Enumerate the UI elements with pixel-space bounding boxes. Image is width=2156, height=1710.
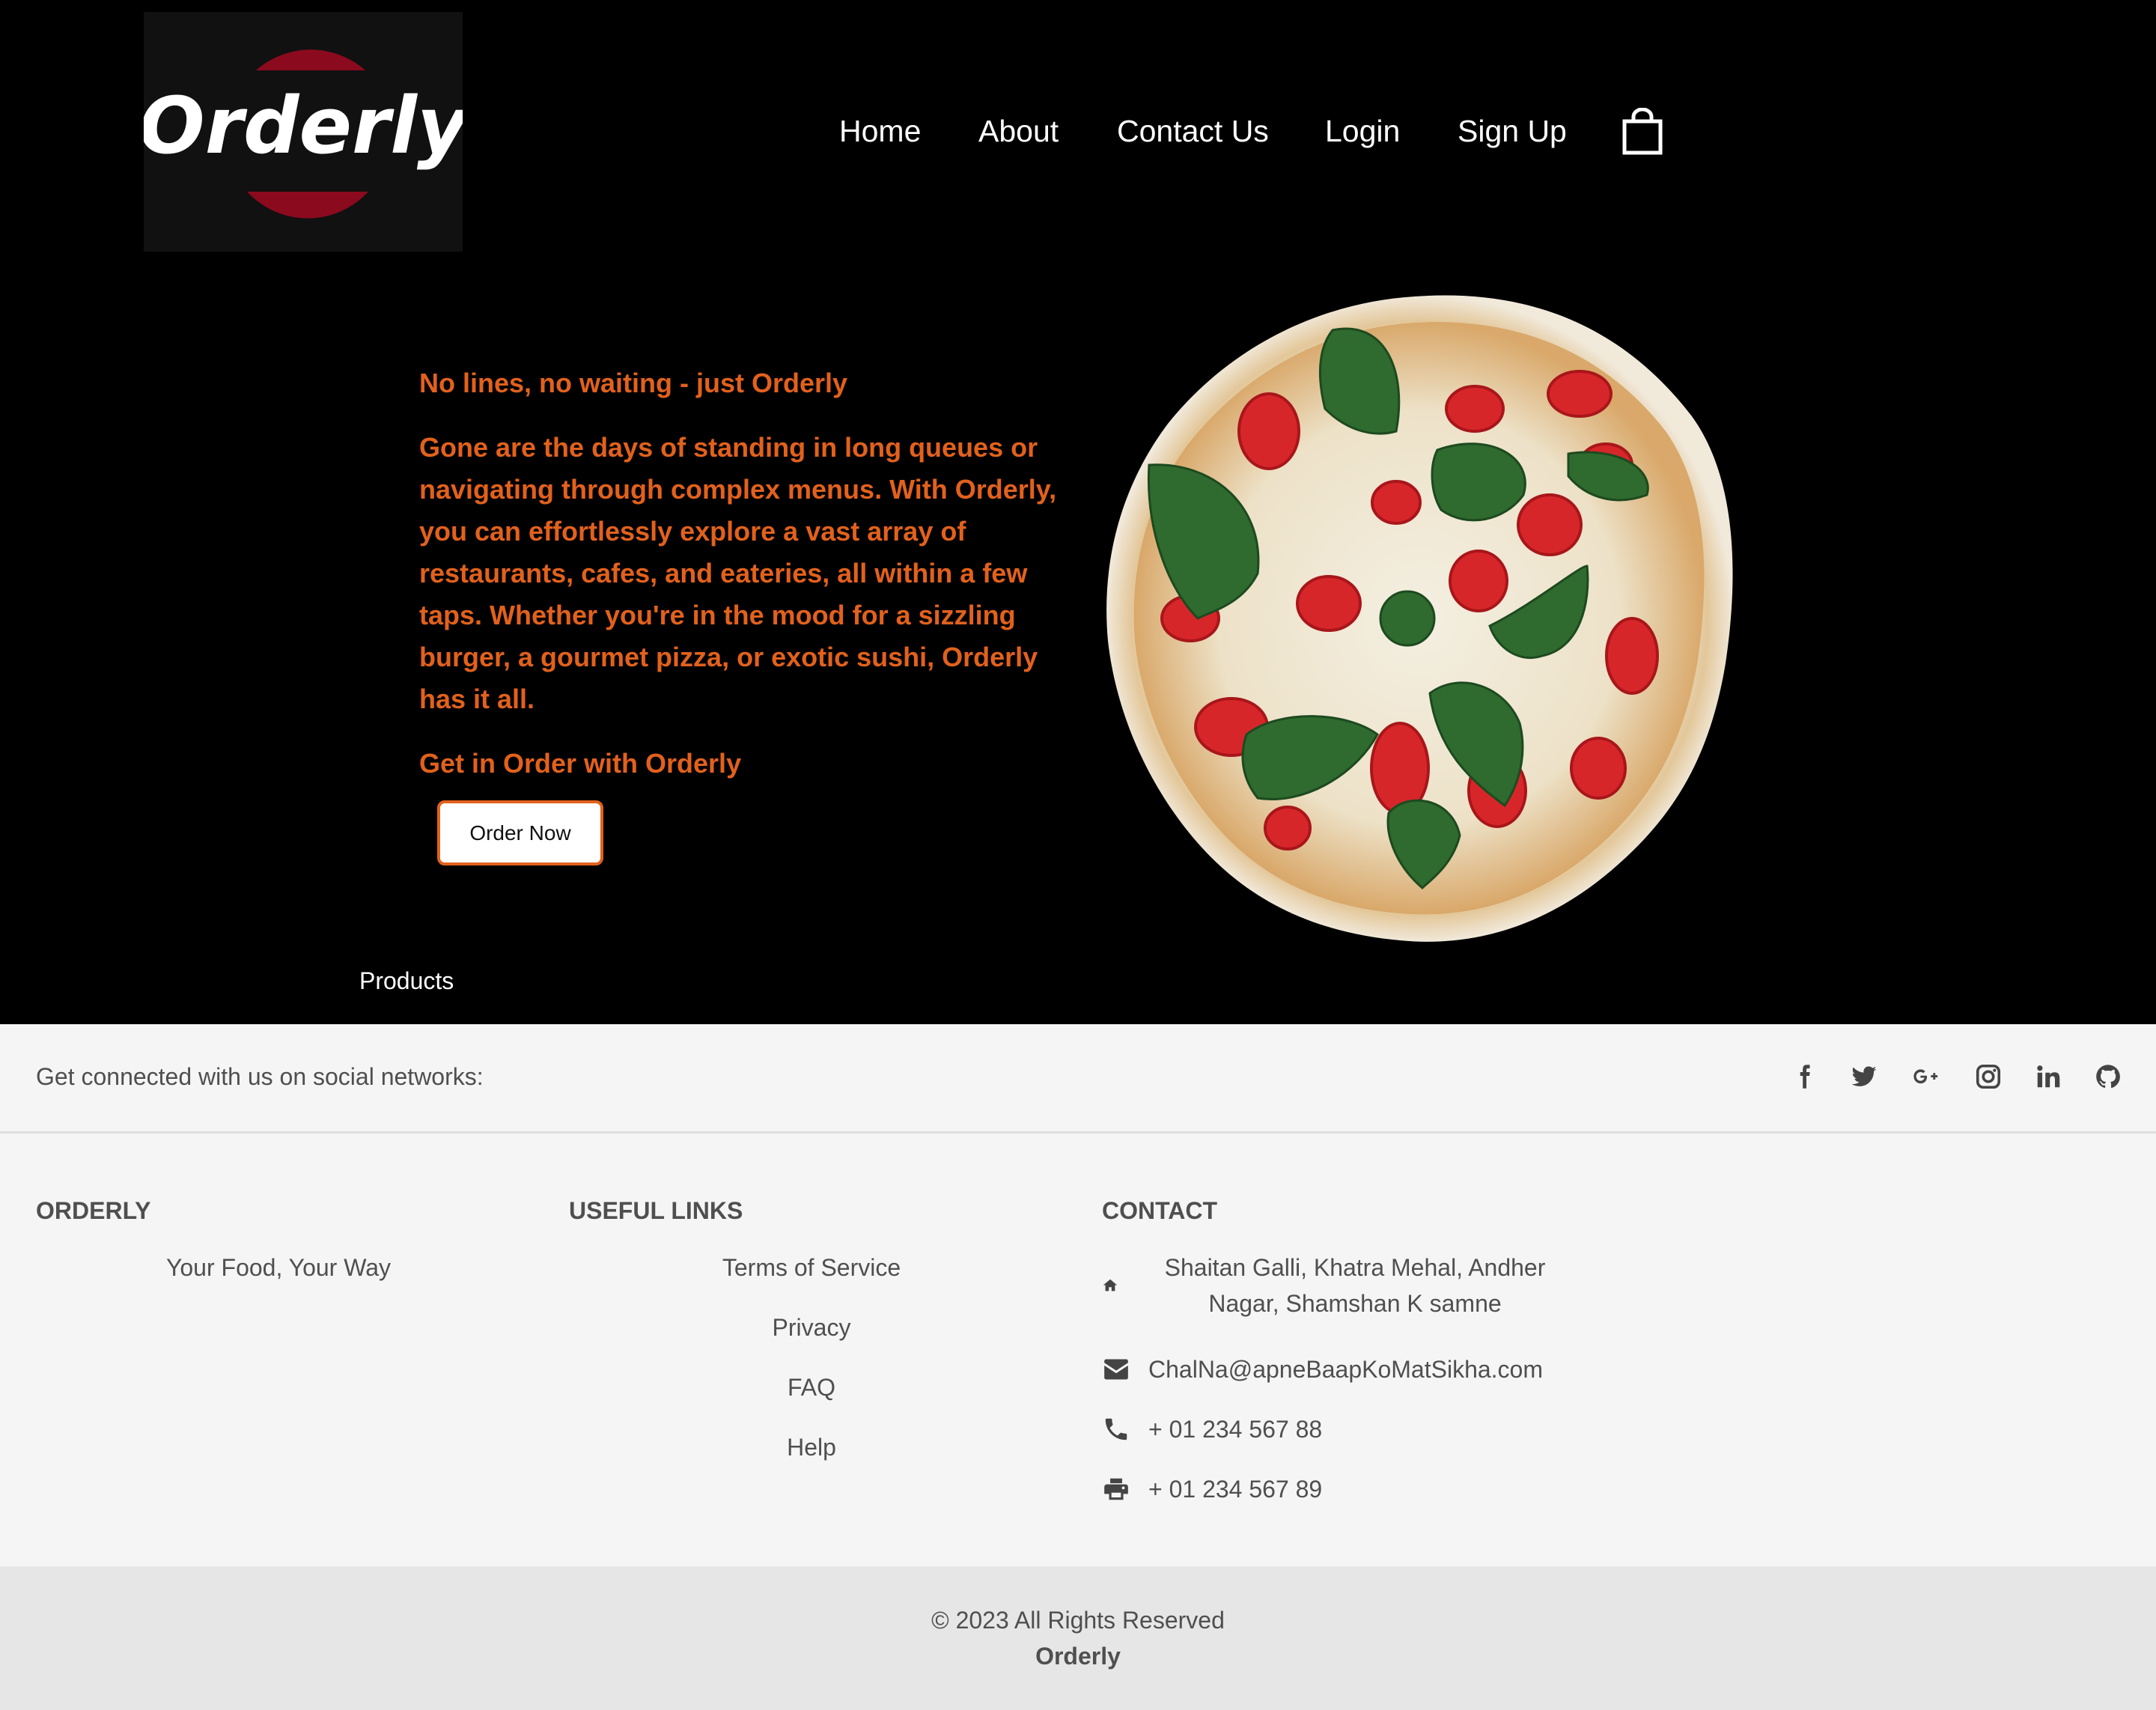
phone-icon: [1102, 1411, 1148, 1447]
home-icon: [1102, 1250, 1130, 1321]
shopping-bag-icon[interactable]: [1621, 107, 1663, 156]
nav-login[interactable]: Login: [1325, 105, 1400, 157]
linkedin-icon[interactable]: [2026, 1054, 2071, 1099]
hero-description: Gone are the days of standing in long qu…: [419, 432, 1057, 714]
envelope-icon: [1102, 1351, 1148, 1387]
instagram-icon[interactable]: [1966, 1054, 2011, 1099]
social-icons: [1782, 1054, 2141, 1099]
contact-fax: + 01 234 567 89: [1102, 1471, 1322, 1507]
social-strip: Get connected with us on social networks…: [0, 1024, 2156, 1134]
copyright-bar: © 2023 All Rights Reserved Orderly: [0, 1566, 2156, 1710]
cta-title: Get in Order with Orderly: [419, 748, 742, 779]
contact-heading: CONTACT: [1102, 1197, 1218, 1224]
terms-of-service-link[interactable]: Terms of Service: [569, 1250, 1054, 1309]
contact-address: Shaitan Galli, Khatra Mehal, Andher Naga…: [1102, 1250, 1580, 1321]
contact-email: ChalNa@apneBaapKoMatSikha.com: [1102, 1351, 1543, 1387]
contact-phone: + 01 234 567 88: [1102, 1411, 1322, 1447]
footer-slogan: Your Food, Your Way: [165, 1254, 392, 1281]
footer-brand-heading: ORDERLY: [36, 1197, 151, 1224]
useful-links-heading: USEFUL LINKS: [569, 1197, 743, 1224]
github-icon[interactable]: [2086, 1054, 2131, 1099]
copyright-brand[interactable]: Orderly: [0, 1638, 2156, 1674]
footer-main: ORDERLY Your Food, Your Way USEFUL LINKS…: [0, 1136, 2156, 1566]
useful-links-list: Terms of Service Privacy FAQ Help: [569, 1250, 1054, 1489]
printer-icon: [1102, 1471, 1148, 1507]
nav-home[interactable]: Home: [839, 105, 921, 157]
hero-text: No lines, no waiting - just Orderly Gone…: [419, 361, 1071, 786]
help-link[interactable]: Help: [569, 1429, 1054, 1489]
email-text: ChalNa@apneBaapKoMatSikha.com: [1148, 1356, 1543, 1383]
nav-contact-us[interactable]: Contact Us: [1117, 105, 1269, 157]
facebook-icon[interactable]: [1782, 1054, 1827, 1099]
copyright-text: © 2023 All Rights Reserved: [931, 1607, 1225, 1634]
hero-section: Orderly Home About Contact Us Login Sign…: [0, 0, 2156, 1024]
order-now-button[interactable]: Order Now: [437, 800, 603, 865]
nav-sign-up[interactable]: Sign Up: [1458, 105, 1567, 157]
main-nav: Home About Contact Us Login Sign Up: [0, 105, 2156, 157]
privacy-link[interactable]: Privacy: [569, 1309, 1054, 1369]
google-plus-icon[interactable]: [1903, 1054, 1948, 1099]
twitter-icon[interactable]: [1842, 1054, 1886, 1099]
nav-about[interactable]: About: [978, 105, 1059, 157]
hero-tagline: No lines, no waiting - just Orderly: [419, 368, 848, 398]
pizza-image: [1100, 289, 1737, 948]
social-text: Get connected with us on social networks…: [36, 1063, 484, 1090]
products-link[interactable]: Products: [359, 966, 454, 996]
phone-text: + 01 234 567 88: [1148, 1416, 1323, 1443]
fax-text: + 01 234 567 89: [1148, 1476, 1323, 1503]
faq-link[interactable]: FAQ: [569, 1369, 1054, 1429]
address-text: Shaitan Galli, Khatra Mehal, Andher Naga…: [1164, 1254, 1546, 1317]
